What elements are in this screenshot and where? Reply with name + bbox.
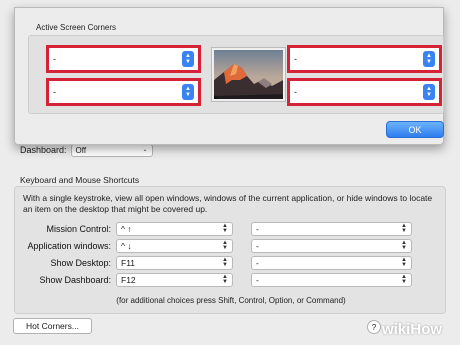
top-left-corner-popup[interactable]: - ▲ ▼ <box>46 45 201 73</box>
stepper-arrows-icon: ▲ ▼ <box>222 222 228 234</box>
sheet-title: Active Screen Corners <box>36 23 117 32</box>
mountain-wallpaper-icon <box>214 50 283 99</box>
show-dashboard-key-popup[interactable]: F12 ▲ ▼ <box>116 272 233 287</box>
chevron-down-icon: ⌄ <box>142 146 148 153</box>
mouse-value: - <box>256 223 259 234</box>
corner-value: - <box>294 87 297 97</box>
show-desktop-mouse-popup[interactable]: - ▲ ▼ <box>251 255 412 270</box>
active-screen-corners-sheet: Active Screen Corners - ▲ ▼ - ▲ ▼ - ▲ ▼ - ▲… <box>14 7 444 145</box>
shortcut-row-show-dashboard: Show Dashboard: F12 ▲ ▼ - ▲ ▼ <box>15 272 447 287</box>
corner-value: - <box>294 54 297 64</box>
stepper-arrows-icon: ▲ ▼ <box>401 239 407 251</box>
corners-panel: - ▲ ▼ - ▲ ▼ - ▲ ▼ - ▲ ▼ <box>28 35 444 114</box>
bottom-left-corner-popup[interactable]: - ▲ ▼ <box>46 78 201 106</box>
stepper-arrows-icon: ▲ ▼ <box>182 51 194 67</box>
keyboard-shortcuts-title: Keyboard and Mouse Shortcuts <box>20 175 140 185</box>
ok-button[interactable]: OK <box>386 121 444 138</box>
keyboard-shortcuts-description: With a single keystroke, view all open w… <box>23 193 433 214</box>
shortcut-label: Application windows: <box>27 240 111 251</box>
desktop-preview-image <box>211 47 286 102</box>
shortcut-label: Mission Control: <box>46 223 111 234</box>
key-value: ^ ↓ <box>121 240 132 251</box>
keyboard-shortcuts-group: With a single keystroke, view all open w… <box>14 186 446 314</box>
dashboard-popup[interactable]: Off ⌄ <box>70 143 153 157</box>
bottom-right-corner-popup[interactable]: - ▲ ▼ <box>287 78 442 106</box>
stepper-arrows-icon: ▲ ▼ <box>401 256 407 268</box>
stepper-arrows-icon: ▲ ▼ <box>222 256 228 268</box>
corner-value: - <box>53 54 56 64</box>
stepper-arrows-icon: ▲ ▼ <box>423 84 435 100</box>
mouse-value: - <box>256 240 259 251</box>
wikihow-watermark: wikiHow <box>382 321 442 338</box>
key-value: ^ ↑ <box>121 223 132 234</box>
mission-control-mouse-popup[interactable]: - ▲ ▼ <box>251 221 412 236</box>
help-button[interactable]: ? <box>367 320 381 334</box>
key-value: F12 <box>121 274 136 285</box>
dashboard-label: Dashboard: <box>20 145 67 155</box>
shortcut-row-mission-control: Mission Control: ^ ↑ ▲ ▼ - ▲ ▼ <box>15 221 447 236</box>
dashboard-row: Dashboard: Off ⌄ <box>20 143 153 157</box>
mouse-value: - <box>256 257 259 268</box>
watermark-wiki: wiki <box>382 321 411 338</box>
show-dashboard-mouse-popup[interactable]: - ▲ ▼ <box>251 272 412 287</box>
top-right-corner-popup[interactable]: - ▲ ▼ <box>287 45 442 73</box>
corner-value: - <box>53 87 56 97</box>
stepper-arrows-icon: ▲ ▼ <box>222 239 228 251</box>
stepper-arrows-icon: ▲ ▼ <box>401 222 407 234</box>
stepper-arrows-icon: ▲ ▼ <box>423 51 435 67</box>
key-value: F11 <box>121 257 136 268</box>
dashboard-value: Off <box>75 145 87 155</box>
application-windows-key-popup[interactable]: ^ ↓ ▲ ▼ <box>116 238 233 253</box>
watermark-how: How <box>410 321 443 338</box>
mission-control-key-popup[interactable]: ^ ↑ ▲ ▼ <box>116 221 233 236</box>
show-desktop-key-popup[interactable]: F11 ▲ ▼ <box>116 255 233 270</box>
shortcut-label: Show Dashboard: <box>39 274 111 285</box>
shortcut-label: Show Desktop: <box>50 257 111 268</box>
hot-corners-button[interactable]: Hot Corners... <box>13 318 92 334</box>
shortcut-row-application-windows: Application windows: ^ ↓ ▲ ▼ - ▲ ▼ <box>15 238 447 253</box>
stepper-arrows-icon: ▲ ▼ <box>401 273 407 285</box>
stepper-arrows-icon: ▲ ▼ <box>182 84 194 100</box>
mouse-value: - <box>256 274 259 285</box>
modifier-footnote: (for additional choices press Shift, Con… <box>116 296 346 305</box>
shortcut-row-show-desktop: Show Desktop: F11 ▲ ▼ - ▲ ▼ <box>15 255 447 270</box>
stepper-arrows-icon: ▲ ▼ <box>222 273 228 285</box>
application-windows-mouse-popup[interactable]: - ▲ ▼ <box>251 238 412 253</box>
